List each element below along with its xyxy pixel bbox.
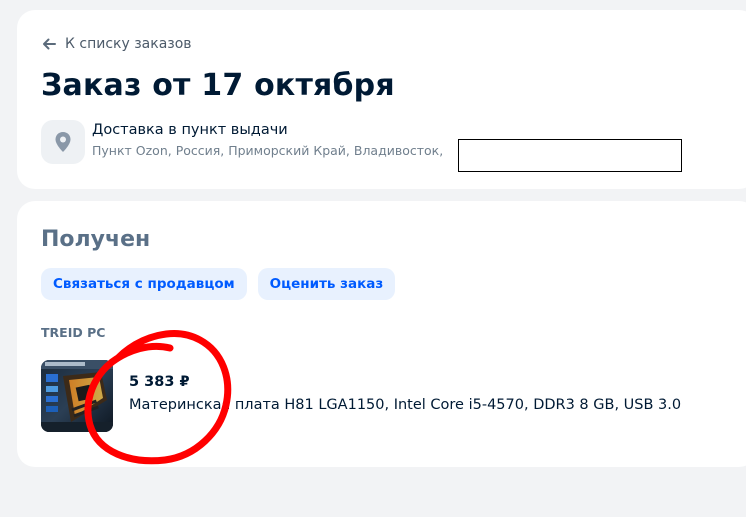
order-header-card: К списку заказов Заказ от 17 октября Дос…: [17, 10, 746, 189]
contact-seller-button[interactable]: Связаться с продавцом: [41, 268, 247, 300]
product-price: 5 383 ₽: [129, 374, 190, 390]
delivery-address: Пункт Ozon, Россия, Приморский Край, Вла…: [92, 143, 444, 158]
location-icon-box: [41, 120, 85, 164]
rate-order-button[interactable]: Оценить заказ: [257, 268, 396, 300]
order-status: Получен: [41, 227, 151, 252]
map-pin-icon: [55, 132, 71, 152]
seller-name: TREID PC: [41, 325, 106, 340]
product-thumbnail[interactable]: [41, 360, 113, 432]
delivery-info: Доставка в пункт выдачи Пункт Ozon, Росс…: [41, 120, 443, 164]
order-actions: Связаться с продавцом Оценить заказ: [41, 268, 396, 300]
product-name-link[interactable]: Материнская плата H81 LGA1150, Intel Cor…: [129, 397, 681, 413]
back-link-label: К списку заказов: [65, 36, 192, 52]
arrow-left-icon: [43, 38, 56, 50]
order-details-card: Получен Связаться с продавцом Оценить за…: [17, 201, 746, 467]
redacted-address-box: [458, 139, 682, 172]
delivery-method: Доставка в пункт выдачи: [92, 122, 288, 138]
product-image: [41, 360, 113, 432]
page-title: Заказ от 17 октября: [41, 68, 395, 103]
back-to-orders-link[interactable]: К списку заказов: [41, 36, 192, 52]
